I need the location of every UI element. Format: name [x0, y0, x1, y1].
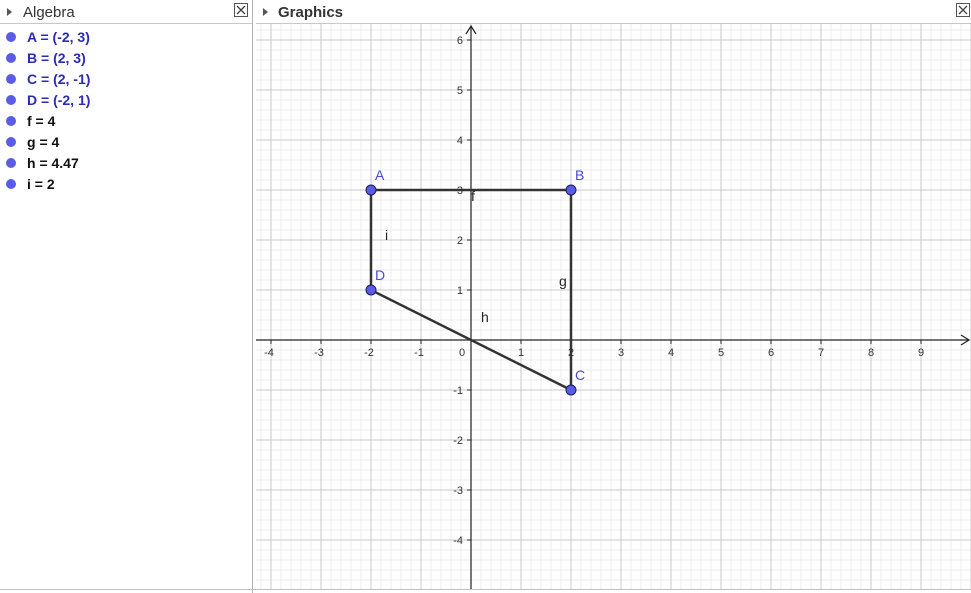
y-tick-label: 2 — [457, 235, 463, 247]
x-tick-label: -4 — [264, 347, 274, 359]
triangle-toggle-icon[interactable] — [7, 8, 12, 16]
algebra-item[interactable]: B = (2, 3) — [0, 49, 252, 70]
geogebra-window: Algebra A = (-2, 3) B = (2, 3) C = (2, -1)… — [0, 0, 971, 593]
x-tick-label: 5 — [718, 347, 724, 359]
close-icon[interactable] — [234, 3, 248, 17]
x-tick-label: 6 — [768, 347, 774, 359]
y-tick-label: -1 — [453, 385, 463, 397]
point-A[interactable] — [365, 184, 377, 196]
graphics-header: Graphics — [256, 0, 971, 24]
segment-label: i — [385, 227, 388, 243]
algebra-item[interactable]: i = 2 — [0, 175, 252, 196]
x-tick-label: -1 — [414, 347, 424, 359]
y-tick-label: 5 — [457, 85, 463, 97]
y-tick-label: 1 — [457, 285, 463, 297]
x-tick-label: 8 — [868, 347, 874, 359]
algebra-item-label: A = (-2, 3) — [27, 29, 90, 45]
algebra-item-label: i = 2 — [27, 176, 55, 192]
point-D[interactable] — [365, 284, 377, 296]
algebra-item-label: D = (-2, 1) — [27, 92, 91, 108]
segment-label: h — [481, 309, 489, 325]
point-B[interactable] — [565, 184, 577, 196]
graphics-title: Graphics — [278, 4, 344, 21]
visibility-toggle-icon[interactable] — [6, 179, 16, 189]
triangle-toggle-icon[interactable] — [263, 8, 268, 16]
point-label: D — [375, 267, 385, 283]
visibility-toggle-icon[interactable] — [6, 95, 16, 105]
x-tick-label: 3 — [618, 347, 624, 359]
point-C[interactable] — [565, 384, 577, 396]
point-label: B — [575, 167, 584, 183]
algebra-title: Algebra — [23, 4, 75, 21]
visibility-toggle-icon[interactable] — [6, 74, 16, 84]
y-tick-label: -2 — [453, 435, 463, 447]
algebra-item[interactable]: A = (-2, 3) — [0, 28, 252, 49]
x-tick-label: 9 — [918, 347, 924, 359]
algebra-item-label: B = (2, 3) — [27, 50, 86, 66]
algebra-item-label: f = 4 — [27, 113, 56, 129]
graphics-canvas[interactable]: -4-3-2-10123456789-4-3-2-1123456fghiABCD — [256, 24, 971, 589]
x-tick-label: -2 — [364, 347, 374, 359]
point-label: A — [375, 167, 385, 183]
algebra-item[interactable]: f = 4 — [0, 112, 252, 133]
visibility-toggle-icon[interactable] — [6, 137, 16, 147]
visibility-toggle-icon[interactable] — [6, 116, 16, 126]
segment-label: f — [471, 188, 475, 204]
algebra-item[interactable]: g = 4 — [0, 133, 252, 154]
segment-label: g — [559, 273, 567, 289]
algebra-item-label: C = (2, -1) — [27, 71, 91, 87]
bottom-divider — [0, 589, 971, 590]
algebra-view: Algebra A = (-2, 3) B = (2, 3) C = (2, -1)… — [0, 0, 253, 593]
visibility-toggle-icon[interactable] — [6, 158, 16, 168]
y-tick-label: 6 — [457, 35, 463, 47]
algebra-item[interactable]: D = (-2, 1) — [0, 91, 252, 112]
x-tick-label: 4 — [668, 347, 674, 359]
algebra-item[interactable]: C = (2, -1) — [0, 70, 252, 91]
visibility-toggle-icon[interactable] — [6, 53, 16, 63]
close-icon[interactable] — [956, 3, 970, 17]
algebra-item-label: g = 4 — [27, 134, 60, 150]
algebra-object-list: A = (-2, 3) B = (2, 3) C = (2, -1) D = (-2,… — [0, 28, 252, 196]
algebra-item[interactable]: h = 4.47 — [0, 154, 252, 175]
x-tick-label: 7 — [818, 347, 824, 359]
point-label: C — [575, 367, 585, 383]
algebra-item-label: h = 4.47 — [27, 155, 79, 171]
x-tick-label: 0 — [459, 347, 465, 359]
y-tick-label: 4 — [457, 135, 463, 147]
algebra-header: Algebra — [0, 0, 252, 24]
y-tick-label: -3 — [453, 485, 463, 497]
graphics-view: Graphics -4-3-2-10123456789-4-3-2-112345… — [256, 0, 971, 593]
x-tick-label: 1 — [518, 347, 524, 359]
x-tick-label: -3 — [314, 347, 324, 359]
visibility-toggle-icon[interactable] — [6, 32, 16, 42]
y-tick-label: -4 — [453, 535, 463, 547]
